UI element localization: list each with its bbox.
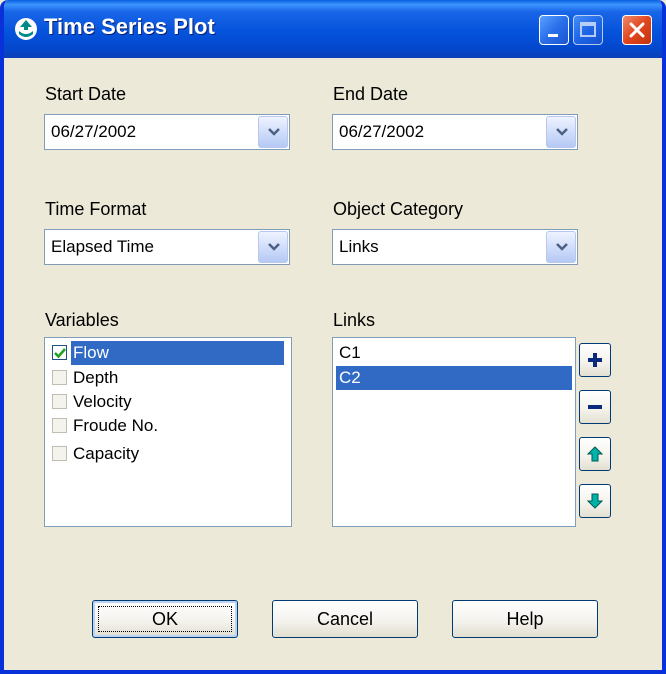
variable-item-capacity[interactable]: Capacity [48, 442, 284, 467]
variables-label: Variables [45, 310, 119, 330]
object-category-dropdown-button[interactable] [546, 231, 576, 263]
flow-checkbox[interactable] [52, 345, 67, 360]
object-category-label: Object Category [333, 199, 464, 219]
cancel-button[interactable]: Cancel [272, 600, 418, 638]
end-date-dropdown-button[interactable] [546, 116, 576, 148]
variable-item-label: Capacity [73, 444, 140, 463]
help-button-label: Help [506, 609, 544, 629]
move-up-button[interactable] [579, 437, 611, 471]
chevron-down-icon [556, 128, 568, 136]
add-link-button[interactable] [579, 343, 611, 377]
variable-item-label: Froude No. [73, 416, 159, 435]
end-date-dropdown[interactable]: 06/27/2002 [332, 114, 578, 150]
velocity-checkbox[interactable] [52, 394, 67, 409]
ok-button[interactable]: OK [92, 600, 238, 638]
froude-no-checkbox[interactable] [52, 418, 67, 433]
variable-item-label: Flow [71, 341, 284, 365]
variable-item-label: Velocity [73, 392, 132, 411]
object-category-value: Links [339, 237, 379, 256]
maximize-button[interactable] [573, 15, 603, 45]
title-bar[interactable]: Time Series Plot [4, 0, 662, 58]
start-date-value: 06/27/2002 [51, 122, 137, 141]
plus-icon [588, 353, 602, 367]
variable-item-flow[interactable]: Flow [48, 341, 284, 366]
chevron-down-icon [556, 243, 568, 251]
close-button[interactable] [622, 15, 652, 45]
end-date-label: End Date [333, 84, 409, 104]
minimize-button[interactable] [539, 15, 569, 45]
app-icon [15, 18, 37, 40]
time-format-dropdown[interactable]: Elapsed Time [44, 229, 290, 265]
start-date-label: Start Date [45, 84, 127, 104]
remove-link-button[interactable] [579, 390, 611, 424]
object-category-dropdown[interactable]: Links [332, 229, 578, 265]
time-series-plot-dialog: Time Series Plot Start Date 06/27/2002 E… [0, 0, 666, 674]
chevron-down-icon [268, 128, 280, 136]
end-date-value: 06/27/2002 [339, 122, 425, 141]
maximize-icon [580, 22, 596, 37]
checkmark-icon [54, 348, 66, 359]
depth-checkbox[interactable] [52, 370, 67, 385]
close-icon [629, 22, 645, 38]
cancel-button-label: Cancel [316, 609, 374, 629]
time-format-value: Elapsed Time [51, 237, 154, 256]
links-label: Links [333, 310, 376, 330]
help-button[interactable]: Help [452, 600, 598, 638]
time-format-dropdown-button[interactable] [258, 231, 288, 263]
variable-item-froude-no[interactable]: Froude No. [48, 414, 284, 439]
links-listbox[interactable]: C1 C2 [332, 337, 576, 527]
focus-rect [98, 606, 232, 632]
variable-item-velocity[interactable]: Velocity [48, 390, 284, 415]
arrow-up-icon [587, 446, 603, 462]
minimize-icon [548, 34, 558, 37]
capacity-checkbox[interactable] [52, 446, 67, 461]
arrow-down-icon [587, 493, 603, 509]
start-date-dropdown[interactable]: 06/27/2002 [44, 114, 290, 150]
start-date-dropdown-button[interactable] [258, 116, 288, 148]
window-title: Time Series Plot [44, 14, 215, 39]
link-item-c1[interactable]: C1 [336, 341, 572, 365]
link-item-c2[interactable]: C2 [336, 366, 572, 390]
move-down-button[interactable] [579, 484, 611, 518]
time-format-label: Time Format [45, 199, 147, 219]
variable-item-depth[interactable]: Depth [48, 366, 284, 391]
variables-listbox[interactable]: Flow Depth Velocity Froude No. Capacity [44, 337, 292, 527]
variable-item-label: Depth [73, 368, 119, 387]
minus-icon [588, 405, 602, 409]
chevron-down-icon [268, 243, 280, 251]
